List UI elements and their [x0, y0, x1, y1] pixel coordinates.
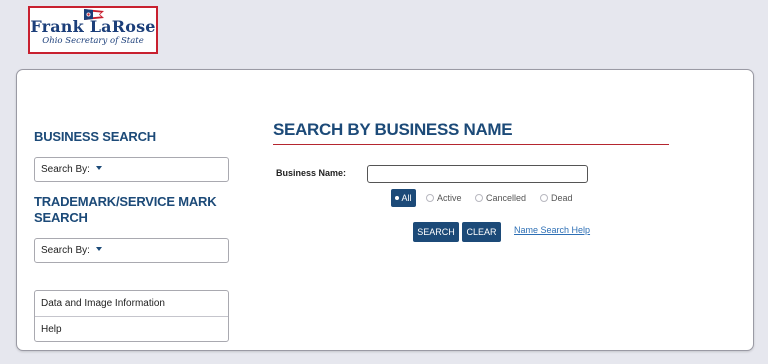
trademark-search-heading: TRADEMARK/SERVICE MARK SEARCH — [34, 194, 217, 226]
trademark-heading-line1: TRADEMARK/SERVICE MARK — [34, 194, 217, 209]
trademark-heading-line2: SEARCH — [34, 210, 88, 225]
status-filter-active[interactable]: Active — [426, 193, 462, 203]
sidebar-links: Data and Image Information Help — [34, 290, 229, 342]
title-divider — [273, 144, 669, 145]
site-logo[interactable]: Frank LaRose Ohio Secretary of State — [28, 6, 158, 54]
radio-unselected-icon — [540, 194, 548, 202]
status-filter-cancelled[interactable]: Cancelled — [475, 193, 526, 203]
trademark-search-by-dropdown[interactable]: Search By: — [34, 238, 229, 263]
search-panel: BUSINESS SEARCH Search By: TRADEMARK/SER… — [16, 69, 754, 351]
name-search-help-link[interactable]: Name Search Help — [514, 225, 590, 235]
radio-unselected-icon — [475, 194, 483, 202]
business-search-by-label: Search By: — [41, 164, 90, 175]
logo-name: Frank LaRose — [30, 17, 156, 36]
business-name-input[interactable] — [367, 165, 588, 183]
caret-down-icon — [95, 166, 102, 171]
logo-subtitle: Ohio Secretary of State — [42, 36, 144, 46]
status-filter-active-label: Active — [437, 193, 462, 203]
sidebar-link-help[interactable]: Help — [35, 316, 228, 341]
ohio-flag-icon — [84, 9, 104, 20]
caret-down-icon — [95, 247, 102, 252]
clear-button[interactable]: CLEAR — [462, 222, 501, 242]
status-filter-cancelled-label: Cancelled — [486, 193, 527, 203]
status-filter-all-label: All — [401, 193, 412, 203]
search-button[interactable]: SEARCH — [413, 222, 459, 242]
business-name-label: Business Name: — [276, 168, 347, 178]
sidebar-link-data-image-info[interactable]: Data and Image Information — [35, 291, 228, 316]
business-search-by-dropdown[interactable]: Search By: — [34, 157, 229, 182]
status-filter-dead[interactable]: Dead — [540, 193, 573, 203]
trademark-search-by-label: Search By: — [41, 245, 90, 256]
radio-unselected-icon — [426, 194, 434, 202]
page-title: SEARCH BY BUSINESS NAME — [273, 120, 513, 139]
business-search-heading: BUSINESS SEARCH — [34, 129, 156, 144]
status-filter-all[interactable]: All — [391, 189, 416, 207]
radio-selected-icon — [395, 196, 400, 200]
status-filter-dead-label: Dead — [551, 193, 573, 203]
